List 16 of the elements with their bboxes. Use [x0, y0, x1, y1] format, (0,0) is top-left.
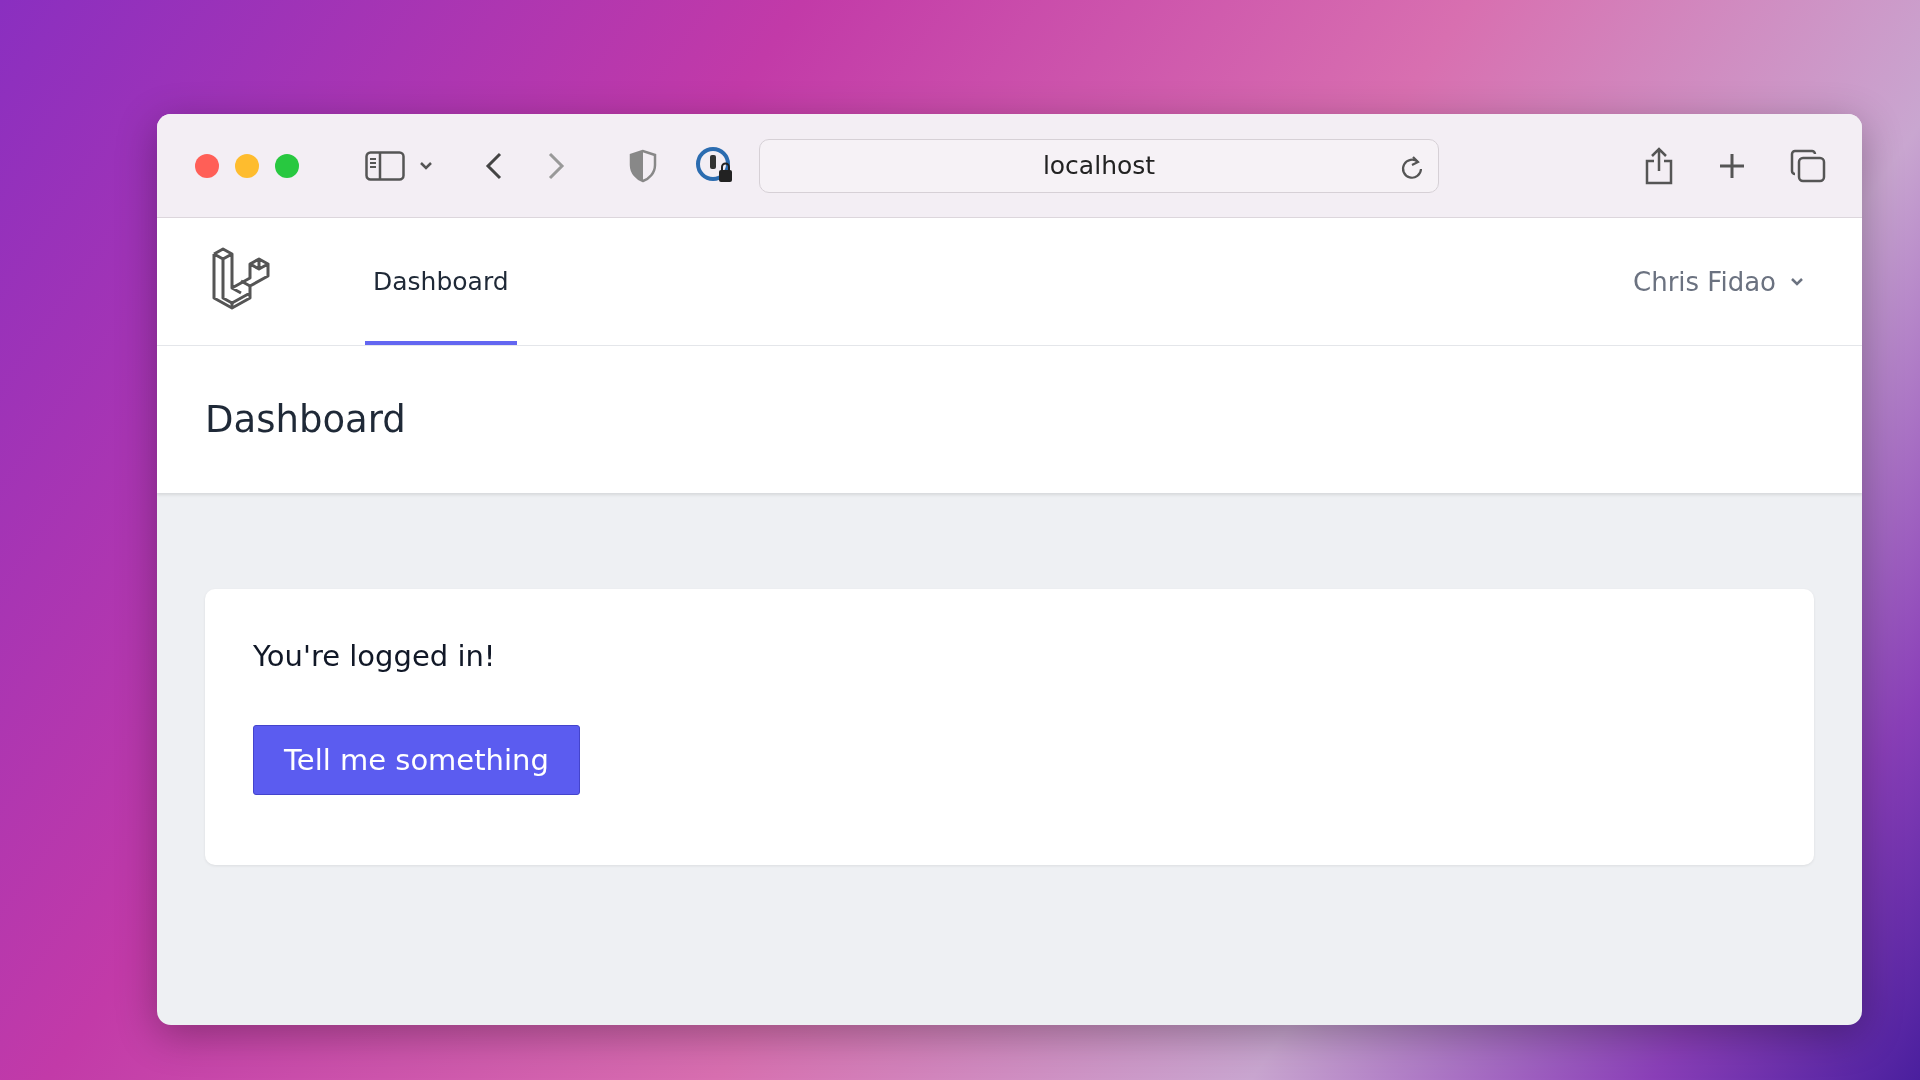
status-message: You're logged in! [253, 639, 497, 673]
reload-icon[interactable] [1400, 153, 1424, 180]
new-tab-icon[interactable] [1718, 151, 1746, 180]
chevron-down-icon [1790, 276, 1804, 287]
tell-me-something-button[interactable]: Tell me something [253, 725, 580, 795]
share-icon[interactable] [1644, 146, 1674, 185]
chevron-down-icon[interactable] [419, 160, 433, 171]
tabs-overview-icon[interactable] [1790, 148, 1826, 183]
address-text: localhost [1042, 151, 1156, 180]
shield-icon[interactable] [629, 148, 657, 183]
address-bar[interactable]: localhost [759, 138, 1439, 193]
close-button[interactable] [195, 153, 219, 178]
page-title: Dashboard [205, 398, 406, 441]
user-menu[interactable]: Chris Fidao [1627, 218, 1810, 345]
sidebar-icon[interactable] [365, 150, 405, 181]
back-icon[interactable] [485, 151, 503, 180]
